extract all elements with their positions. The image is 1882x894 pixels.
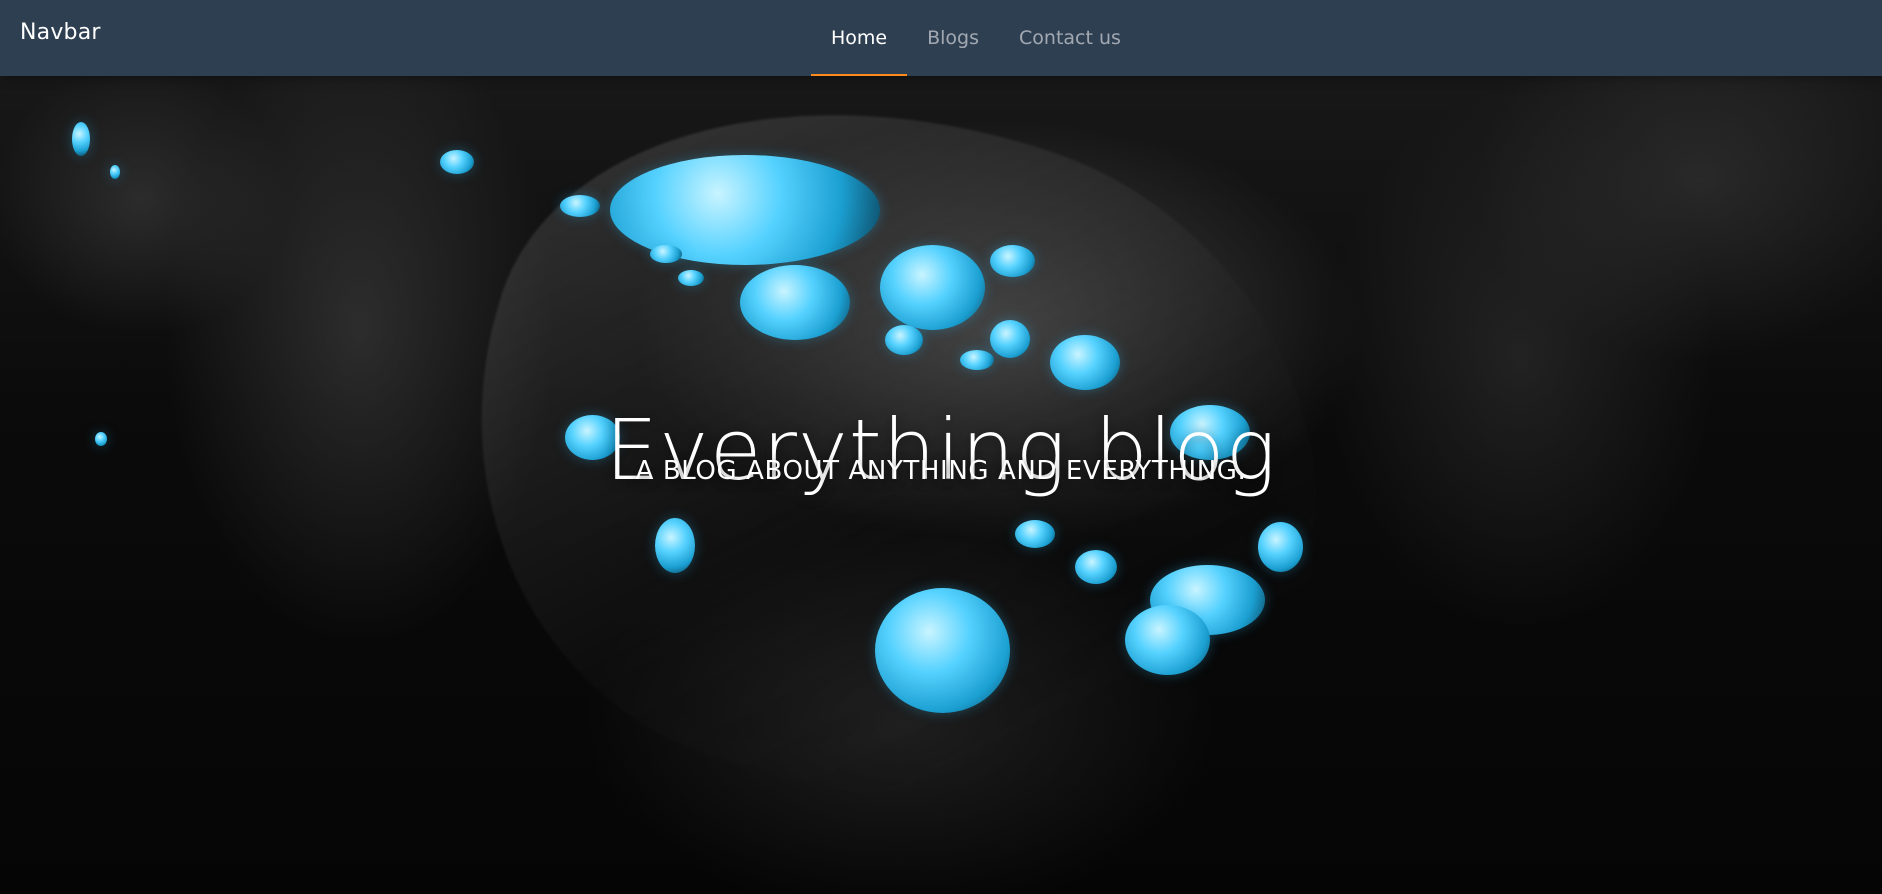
water-droplet — [110, 165, 120, 179]
water-droplet — [1125, 605, 1210, 675]
nav-link-blogs[interactable]: Blogs — [907, 0, 999, 76]
water-droplet — [1015, 520, 1055, 548]
nav-link-home[interactable]: Home — [811, 0, 908, 76]
navbar: Navbar Home Blogs Contact us — [0, 0, 1882, 76]
page: Navbar Home Blogs Contact us Everything … — [0, 0, 1882, 894]
water-droplet — [1258, 522, 1303, 572]
water-droplet — [560, 195, 600, 217]
water-droplet — [885, 325, 923, 355]
nav-link-contact-us[interactable]: Contact us — [999, 0, 1141, 76]
hero-subtitle: A BLOG ABOUT ANYTHING AND EVERYTHING. — [635, 456, 1247, 486]
water-droplet — [990, 245, 1035, 277]
water-droplet — [650, 245, 682, 263]
water-droplet — [678, 270, 704, 286]
water-droplet — [1050, 335, 1120, 390]
water-droplet — [740, 265, 850, 340]
nav-links: Home Blogs Contact us — [811, 0, 1141, 76]
water-droplet — [655, 518, 695, 573]
water-droplet — [875, 588, 1010, 713]
navbar-brand[interactable]: Navbar — [20, 20, 101, 45]
water-droplet — [440, 150, 474, 174]
water-droplet — [960, 350, 994, 370]
water-droplet — [1075, 550, 1117, 584]
water-droplet — [880, 245, 985, 330]
water-droplet — [610, 155, 880, 265]
water-droplet — [72, 122, 90, 156]
water-droplet — [990, 320, 1030, 358]
